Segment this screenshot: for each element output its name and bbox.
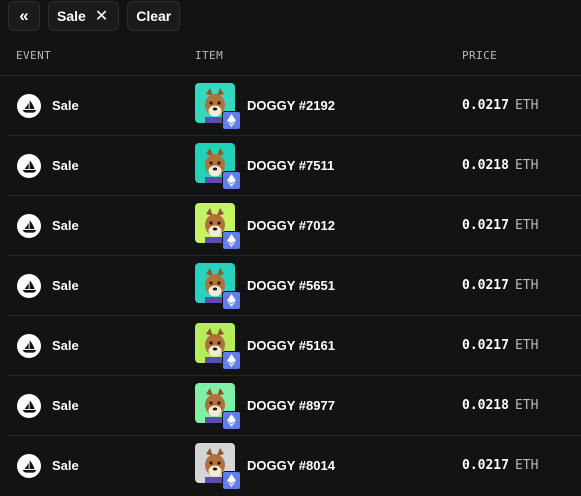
price-currency: ETH	[514, 278, 539, 293]
price-amount: 0.0218	[462, 398, 509, 413]
filter-chip-label: Sale	[57, 8, 86, 24]
table-row[interactable]: Sale DOGGY #8014 0.0217 ETH	[8, 436, 581, 496]
event-label: Sale	[52, 98, 79, 113]
price-currency: ETH	[514, 158, 539, 173]
opensea-boat-icon	[17, 334, 41, 358]
clear-filters-button[interactable]: Clear	[127, 1, 181, 31]
table-row[interactable]: Sale DOGGY #7012 0.0217 ETH	[8, 196, 581, 256]
event-label: Sale	[52, 278, 79, 293]
price: 0.0217 ETH	[462, 98, 538, 113]
table-header: EVENT ITEM PRICE	[0, 31, 581, 76]
price-amount: 0.0217	[462, 338, 509, 353]
close-icon[interactable]: ✕	[95, 6, 108, 26]
ethereum-icon	[222, 291, 241, 310]
filter-chip-sale[interactable]: Sale ✕	[48, 1, 120, 31]
ethereum-icon	[222, 471, 241, 490]
price-amount: 0.0217	[462, 458, 509, 473]
ethereum-icon	[222, 351, 241, 370]
ethereum-icon	[222, 111, 241, 130]
item-name-link[interactable]: DOGGY #2192	[247, 98, 335, 113]
opensea-boat-icon	[17, 274, 41, 298]
opensea-boat-icon	[17, 94, 41, 118]
table-row[interactable]: Sale DOGGY #5651 0.0217 ETH	[8, 256, 581, 316]
table-row[interactable]: Sale DOGGY #5161 0.0217 ETH	[8, 316, 581, 376]
price-amount: 0.0217	[462, 98, 509, 113]
opensea-boat-icon	[17, 214, 41, 238]
price-currency: ETH	[514, 218, 539, 233]
price: 0.0217 ETH	[462, 218, 538, 233]
filter-bar: « Sale ✕ Clear	[8, 1, 181, 31]
event-label: Sale	[52, 218, 79, 233]
opensea-boat-icon	[17, 154, 41, 178]
column-header-event: EVENT	[16, 49, 52, 62]
price-amount: 0.0217	[462, 278, 509, 293]
price-currency: ETH	[514, 398, 539, 413]
ethereum-icon	[222, 411, 241, 430]
price: 0.0217 ETH	[462, 458, 538, 473]
item-name-link[interactable]: DOGGY #7511	[247, 158, 334, 173]
column-header-price: PRICE	[462, 49, 498, 62]
collapse-filters-button[interactable]: «	[8, 1, 40, 31]
item-name-link[interactable]: DOGGY #8977	[247, 398, 335, 413]
table-row[interactable]: Sale DOGGY #7511 0.0218 ETH	[8, 136, 581, 196]
event-label: Sale	[52, 398, 79, 413]
item-name-link[interactable]: DOGGY #5651	[247, 278, 335, 293]
price: 0.0218 ETH	[462, 398, 538, 413]
price-currency: ETH	[514, 338, 539, 353]
price: 0.0218 ETH	[462, 158, 538, 173]
event-label: Sale	[52, 338, 79, 353]
ethereum-icon	[222, 231, 241, 250]
price-currency: ETH	[514, 458, 539, 473]
column-header-item: ITEM	[195, 49, 224, 62]
opensea-boat-icon	[17, 394, 41, 418]
price: 0.0217 ETH	[462, 338, 538, 353]
price-amount: 0.0218	[462, 158, 509, 173]
price: 0.0217 ETH	[462, 278, 538, 293]
price-currency: ETH	[514, 98, 539, 113]
event-label: Sale	[52, 158, 79, 173]
item-name-link[interactable]: DOGGY #5161	[247, 338, 335, 353]
ethereum-icon	[222, 171, 241, 190]
table-row[interactable]: Sale DOGGY #2192 0.0217 ETH	[8, 76, 581, 136]
double-chevron-left-icon: «	[19, 6, 29, 25]
event-label: Sale	[52, 458, 79, 473]
table-row[interactable]: Sale DOGGY #8977 0.0218 ETH	[8, 376, 581, 436]
item-name-link[interactable]: DOGGY #8014	[247, 458, 335, 473]
item-name-link[interactable]: DOGGY #7012	[247, 218, 335, 233]
opensea-boat-icon	[17, 454, 41, 478]
price-amount: 0.0217	[462, 218, 509, 233]
